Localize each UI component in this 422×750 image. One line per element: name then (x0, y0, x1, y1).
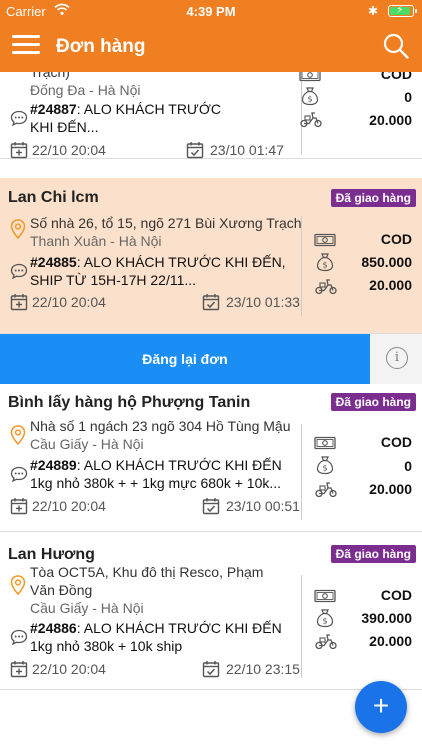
district-line: Đống Đa - Hà Nội (30, 82, 141, 98)
page-title: Đơn hàng (56, 36, 146, 57)
cash-icon (314, 589, 336, 603)
note-text: : ALO KHÁCH TRƯỚC KHI ĐẾN (76, 457, 282, 473)
order-id: #24887 (30, 101, 77, 117)
column-divider (301, 424, 302, 520)
battery-icon: ⚡ (388, 4, 417, 17)
calendar-check-icon (186, 141, 204, 159)
order-note-continued: KHI ĐẾN... (30, 119, 99, 135)
note-text: : ALO KHÁCH TRƯỚC KHI ĐẾN, (76, 254, 286, 270)
header-bar: Carrier 4:39 PM ✱ ⚡ Đơn hàng (0, 0, 422, 72)
address-line: Nhà số 1 ngách 23 ngõ 304 Hồ Tùng Mậu (30, 418, 291, 434)
order-note-continued: 1kg nhỏ 380k + 10k ship (30, 638, 183, 654)
calendar-add-icon (10, 293, 28, 311)
chat-note-icon (10, 629, 28, 645)
order-id: #24889 (30, 457, 77, 473)
calendar-check-icon (202, 497, 220, 515)
order-note: #24887: ALO KHÁCH TRƯỚC (30, 101, 221, 117)
shipping-fee: 20.000 (369, 633, 412, 649)
status-bar: Carrier 4:39 PM ✱ ⚡ (0, 0, 422, 22)
payment-method: COD (380, 587, 412, 603)
menu-icon[interactable] (12, 33, 40, 57)
address-line: Trạch) (30, 72, 70, 80)
note-text: : ALO KHÁCH TRƯỚC KHI ĐẾN (76, 620, 282, 636)
order-note: #24885: ALO KHÁCH TRƯỚC KHI ĐẾN, (30, 254, 286, 270)
cash-icon (314, 436, 336, 450)
order-card[interactable]: Bình lấy hàng hộ Phượng Tanin Đã giao hà… (0, 384, 422, 532)
customer-name: Lan Hương (8, 546, 95, 563)
district-line: Thanh Xuân - Hà Nội (30, 233, 162, 249)
order-note: #24889: ALO KHÁCH TRƯỚC KHI ĐẾN (30, 457, 282, 473)
cash-icon (314, 233, 336, 247)
order-id: #24885 (30, 254, 77, 270)
address-line: Tòa OCT5A, Khu đô thị Resco, Phạm (30, 564, 264, 580)
scooter-icon (299, 110, 323, 128)
note-text: : ALO KHÁCH TRƯỚC (76, 101, 222, 117)
created-date: 22/10 20:04 (32, 142, 106, 158)
order-note-continued: 1kg nhỏ 380k + + 1kg mực 680k + 10k... (30, 475, 282, 491)
calendar-check-icon (202, 293, 220, 311)
delivered-date: 23/10 01:47 (210, 142, 284, 158)
order-list[interactable]: Trạch) Đống Đa - Hà Nội #24887: ALO KHÁC… (0, 72, 422, 750)
calendar-check-icon (202, 660, 220, 678)
column-divider (301, 216, 302, 316)
search-icon[interactable] (382, 32, 410, 60)
cod-amount: 390.000 (361, 610, 412, 626)
payment-method: COD (380, 231, 412, 247)
calendar-add-icon (10, 141, 28, 159)
shipping-fee: 20.000 (369, 112, 412, 128)
chat-note-icon (10, 263, 28, 279)
status-badge: Đã giao hàng (330, 545, 416, 563)
order-card[interactable]: Lan Chi lcm Đã giao hàng Số nhà 26, tổ 1… (0, 178, 422, 334)
order-id: #24886 (30, 620, 77, 636)
address-line-continued: Văn Đồng (30, 582, 93, 598)
order-note: #24886: ALO KHÁCH TRƯỚC KHI ĐẾN (30, 620, 282, 636)
shipping-fee: 20.000 (369, 277, 412, 293)
location-pin-icon (10, 575, 26, 595)
address-line: Số nhà 26, tổ 15, ngõ 271 Bùi Xương Trạc… (30, 215, 302, 231)
calendar-add-icon (10, 660, 28, 678)
status-badge: Đã giao hàng (330, 393, 416, 411)
bluetooth-icon: ✱ (367, 4, 378, 18)
district-line: Cầu Giấy - Hà Nội (30, 600, 144, 616)
cod-amount: 850.000 (361, 254, 412, 270)
order-note-continued: SHIP TỪ 15H-17H 22/11... (30, 272, 197, 288)
money-bag-icon (316, 252, 334, 272)
delivered-date: 23/10 00:51 (226, 498, 300, 514)
payment-method: COD (380, 72, 412, 82)
location-pin-icon (10, 425, 26, 445)
order-action-bar: Đăng lại đơn i (0, 334, 422, 384)
money-bag-icon (316, 608, 334, 628)
delivered-date: 22/10 23:15 (226, 661, 300, 677)
scooter-icon (314, 480, 338, 498)
district-line: Cầu Giấy - Hà Nội (30, 436, 144, 452)
shipping-fee: 20.000 (369, 481, 412, 497)
add-order-button[interactable]: + (355, 681, 407, 733)
cod-amount: 0 (404, 458, 412, 474)
customer-name: Lan Chi lcm (8, 189, 99, 206)
chat-note-icon (10, 110, 28, 126)
scooter-icon (314, 277, 338, 295)
status-badge: Đã giao hàng (330, 189, 416, 207)
customer-name: Bình lấy hàng hộ Phượng Tanin (8, 394, 251, 411)
money-bag-icon (301, 86, 319, 106)
cash-icon (299, 72, 321, 82)
created-date: 22/10 20:04 (32, 294, 106, 310)
created-date: 22/10 20:04 (32, 661, 106, 677)
created-date: 22/10 20:04 (32, 498, 106, 514)
location-pin-icon (10, 219, 26, 239)
payment-method: COD (380, 434, 412, 450)
order-card[interactable]: Lan Hương Đã giao hàng Tòa OCT5A, Khu đô… (0, 532, 422, 690)
money-bag-icon (316, 455, 334, 475)
delivered-date: 23/10 01:33 (226, 294, 300, 310)
cod-amount: 0 (404, 89, 412, 105)
chat-note-icon (10, 466, 28, 482)
order-card[interactable]: Trạch) Đống Đa - Hà Nội #24887: ALO KHÁC… (0, 72, 422, 159)
scooter-icon (314, 632, 338, 650)
status-time: 4:39 PM (186, 4, 236, 19)
relist-order-button[interactable]: Đăng lại đơn (0, 334, 370, 384)
column-divider (301, 575, 302, 678)
info-icon[interactable]: i (386, 347, 408, 369)
calendar-add-icon (10, 497, 28, 515)
